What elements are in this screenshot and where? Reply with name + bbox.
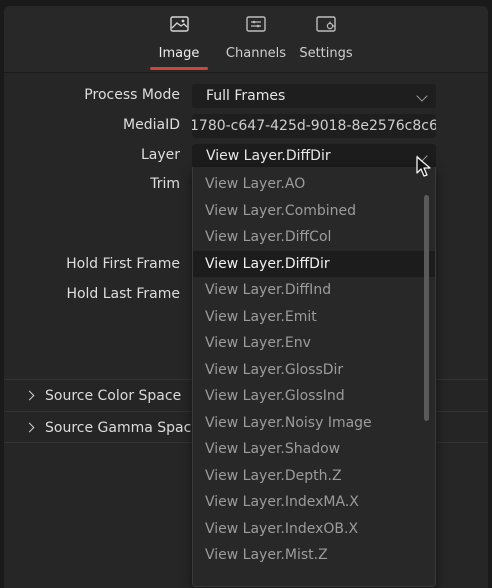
layer-options-list[interactable]: View Layer.AO View Layer.Combined View Lay…: [192, 167, 436, 587]
layer-option[interactable]: View Layer.GlossDir: [193, 357, 435, 384]
process-mode-dropdown[interactable]: Full Frames: [192, 84, 436, 108]
layer-option[interactable]: View Layer.Env: [193, 330, 435, 357]
hold-last-frame-label: Hold Last Frame: [66, 286, 180, 302]
chevron-right-icon: [24, 390, 35, 401]
source-color-space-label: Source Color Space: [45, 388, 182, 404]
media-id-label: MediaID: [123, 117, 180, 133]
layer-dropdown[interactable]: View Layer.DiffDir: [192, 144, 436, 168]
layer-option[interactable]: View Layer.DiffCol: [193, 224, 435, 251]
layer-label: Layer: [140, 147, 180, 163]
tab-settings[interactable]: Settings: [296, 14, 356, 70]
settings-icon: [296, 14, 356, 40]
tab-settings-label: Settings: [299, 46, 353, 61]
layer-option[interactable]: View Layer.Noisy Image: [193, 410, 435, 437]
image-icon: [159, 14, 199, 40]
layer-option[interactable]: View Layer.Shadow: [193, 436, 435, 463]
layer-option[interactable]: View Layer.Combined: [193, 198, 435, 225]
mouse-cursor-icon: [416, 156, 432, 182]
scrollbar-thumb[interactable]: [424, 195, 429, 421]
layer-value: View Layer.DiffDir: [206, 148, 331, 164]
tab-channels-label: Channels: [225, 46, 287, 61]
layer-option[interactable]: View Layer.Depth.Z: [193, 463, 435, 490]
chevron-right-icon: [24, 422, 35, 433]
layer-option[interactable]: View Layer.DiffInd: [193, 277, 435, 304]
process-mode-value: Full Frames: [206, 88, 286, 104]
layer-option[interactable]: View Layer.IndexOB.X: [193, 516, 435, 543]
inspector-panel: Image Channels Settings Process Mode Ful…: [4, 6, 488, 588]
channels-icon: [224, 14, 288, 40]
active-tab-indicator: [150, 67, 208, 70]
process-mode-label: Process Mode: [84, 87, 180, 103]
layer-option[interactable]: View Layer.Emit: [193, 304, 435, 331]
tab-image-label: Image: [158, 46, 200, 61]
tab-channels[interactable]: Channels: [224, 14, 288, 70]
layer-option[interactable]: View Layer.GlossInd: [193, 383, 435, 410]
layer-option[interactable]: View Layer.AO: [193, 171, 435, 198]
layer-option[interactable]: View Layer.Mist.Z: [193, 542, 435, 569]
layer-option[interactable]: View Layer.IndexMA.X: [193, 489, 435, 516]
hold-first-frame-label: Hold First Frame: [66, 256, 180, 272]
layer-option[interactable]: View Layer.DiffDir: [193, 250, 435, 277]
trim-label: Trim: [150, 176, 180, 192]
chevron-down-icon: [416, 90, 428, 102]
tab-image[interactable]: Image: [154, 14, 204, 70]
source-gamma-space-label: Source Gamma Space: [45, 420, 200, 436]
media-id-field[interactable]: 1780-c647-425d-9018-8e2576c8c64f: [192, 114, 436, 138]
media-id-value: 1780-c647-425d-9018-8e2576c8c64f: [192, 118, 436, 134]
tab-bar: Image Channels Settings: [4, 6, 488, 73]
